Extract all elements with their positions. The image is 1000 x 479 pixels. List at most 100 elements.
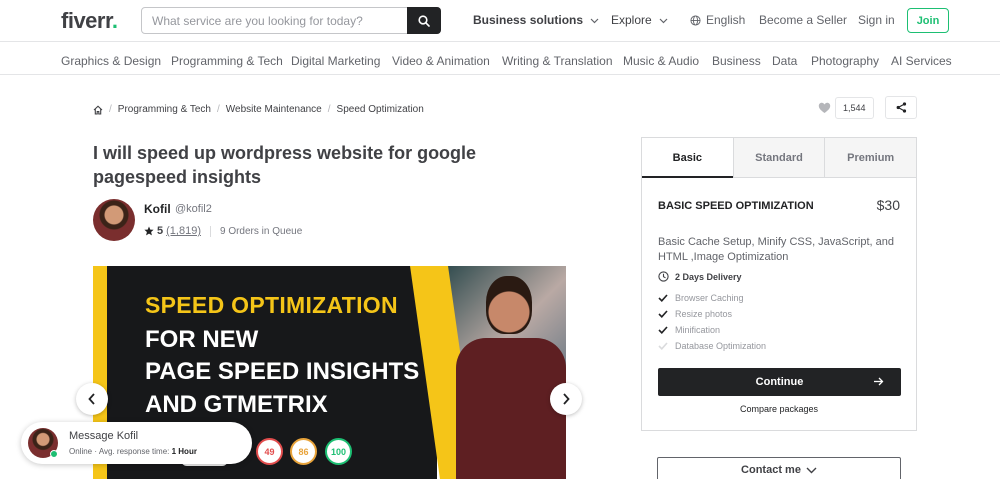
tab-standard[interactable]: Standard [732,138,825,177]
rating-value: 5 [157,225,164,237]
category-video-animation[interactable]: Video & Animation [392,54,490,68]
package-panel: Basic Standard Premium BASIC SPEED OPTIM… [641,137,917,431]
feature-label: Minification [675,325,721,335]
category-data[interactable]: Data [772,54,797,68]
package-tabs: Basic Standard Premium [642,138,917,178]
online-status-dot [50,450,58,458]
image-person-body [456,338,566,479]
feature-item-excluded: Database Optimization [658,341,766,351]
search-input[interactable] [152,8,402,33]
home-icon[interactable] [93,104,103,115]
category-business[interactable]: Business [712,54,761,68]
category-digital-marketing[interactable]: Digital Marketing [291,54,380,68]
breadcrumb: / Programming & Tech / Website Maintenan… [93,104,424,115]
gallery-prev-button[interactable] [76,383,108,415]
join-button[interactable]: Join [907,8,949,33]
breadcrumb-separator: / [109,104,112,115]
explore-menu[interactable]: Explore [611,13,668,27]
response-time-value: 1 Hour [171,447,197,456]
response-time-label: Avg. response time: [98,447,170,456]
message-subtitle: Online · Avg. response time: 1 Hour [69,447,197,456]
continue-label: Continue [755,376,804,388]
globe-icon [690,14,701,26]
message-seller-bubble[interactable]: Message Kofil Online · Avg. response tim… [21,422,252,464]
check-icon [658,326,668,334]
rating-divider [209,225,211,237]
heart-icon[interactable] [818,102,831,114]
image-headline-1: SPEED OPTIMIZATION [145,292,398,318]
orders-in-queue: 9 Orders in Queue [219,225,303,237]
check-icon [658,310,668,318]
feature-label: Browser Caching [675,293,744,303]
breadcrumb-separator: / [327,104,331,115]
clock-icon [658,271,669,282]
breadcrumb-separator: / [216,104,220,115]
chevron-left-icon [88,393,95,405]
score-circle-poor: 49 [256,438,283,465]
seller-avatar[interactable] [93,199,135,241]
score-circle-average: 86 [290,438,317,465]
business-solutions-label: Business solutions [473,13,584,27]
package-description: Basic Cache Setup, Minify CSS, JavaScrip… [658,236,894,263]
package-name: BASIC SPEED OPTIMIZATION [658,200,814,212]
share-button[interactable] [885,96,917,119]
breadcrumb-website-maintenance[interactable]: Website Maintenance [226,104,322,115]
tab-basic[interactable]: Basic [642,138,733,178]
chevron-down-icon [806,467,817,473]
review-count-link[interactable]: (1,819) [166,225,201,237]
contact-me-button[interactable]: Contact me [657,457,901,479]
chevron-right-icon [563,393,570,405]
continue-button[interactable]: Continue [658,368,901,396]
category-nav: Graphics & Design Programming & Tech Dig… [0,47,1000,75]
like-control[interactable]: 1,544 [818,97,874,119]
delivery-time: 2 Days Delivery [658,271,742,282]
share-icon [896,102,906,113]
category-programming-tech[interactable]: Programming & Tech [171,54,283,68]
top-header: fiverr. Business solutions Explore Engli… [0,0,1000,42]
breadcrumb-speed-optimization[interactable]: Speed Optimization [337,104,424,115]
feature-item: Browser Caching [658,293,744,303]
become-seller-link[interactable]: Become a Seller [759,13,847,27]
category-photography[interactable]: Photography [811,54,879,68]
image-person-head [486,276,532,334]
seller-handle: @kofil2 [175,203,212,215]
fiverr-logo[interactable]: fiverr. [61,8,118,34]
package-price: $30 [876,197,900,213]
like-count: 1,544 [835,97,874,119]
message-title: Message Kofil [69,430,139,442]
seller-name[interactable]: Kofil [144,202,171,216]
check-icon [658,294,668,302]
chevron-down-icon [659,18,668,24]
arrow-right-icon [874,377,884,386]
delivery-label: 2 Days Delivery [675,271,742,282]
language-label: English [706,13,746,27]
seller-rating: 5 (1,819) 9 Orders in Queue [144,225,302,237]
logo-text: fiverr [61,8,112,33]
star-icon [144,226,154,236]
language-selector[interactable]: English [690,13,745,27]
score-circle-good: 100 [325,438,352,465]
category-music-audio[interactable]: Music & Audio [623,54,699,68]
compare-packages-link[interactable]: Compare packages [642,404,916,414]
logo-dot: . [111,8,118,33]
feature-item: Minification [658,325,720,335]
search-icon [418,14,430,27]
chevron-down-icon [590,18,599,24]
image-headline-2: FOR NEW [145,326,259,353]
sign-in-link[interactable]: Sign in [858,13,895,27]
feature-item: Resize photos [658,309,732,319]
explore-label: Explore [611,13,652,27]
category-graphics-design[interactable]: Graphics & Design [61,54,161,68]
online-status: Online [69,447,93,456]
feature-label: Resize photos [675,309,733,319]
breadcrumb-programming-tech[interactable]: Programming & Tech [118,104,211,115]
check-icon [658,342,668,350]
category-writing-translation[interactable]: Writing & Translation [502,54,613,68]
gallery-next-button[interactable] [550,383,582,415]
category-ai-services[interactable]: AI Services [891,54,952,68]
tab-premium[interactable]: Premium [824,138,917,177]
business-solutions-menu[interactable]: Business solutions [473,13,599,27]
image-headline-3: PAGE SPEED INSIGHTS [145,358,420,385]
search-button[interactable] [407,7,441,34]
gig-title: I will speed up wordpress website for go… [93,143,477,187]
